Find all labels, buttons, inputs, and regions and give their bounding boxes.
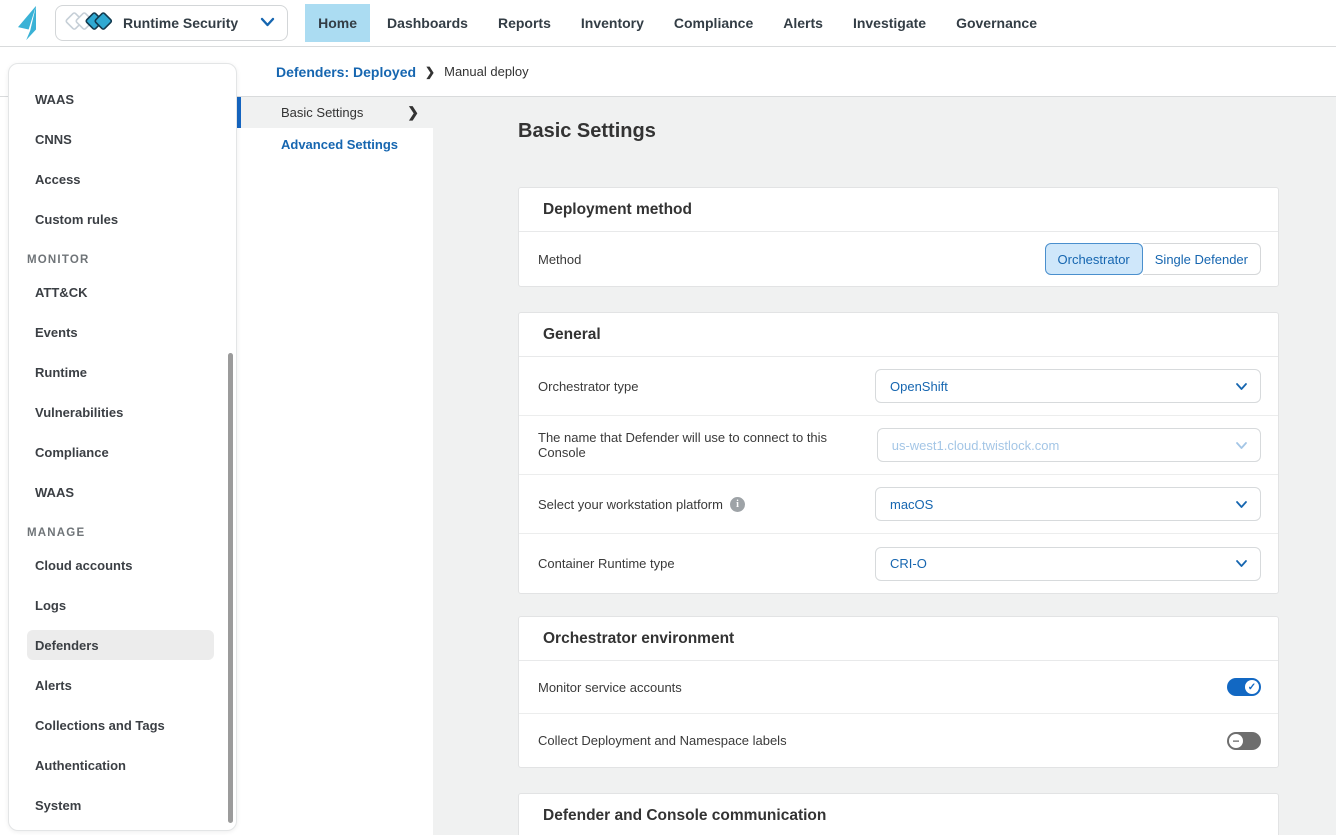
nav-tab-reports[interactable]: Reports bbox=[485, 4, 564, 42]
general-card: General Orchestrator type OpenShift The … bbox=[518, 312, 1279, 594]
breadcrumb-current: Manual deploy bbox=[444, 64, 529, 79]
method-label: Method bbox=[538, 252, 581, 267]
container-runtime-label: Container Runtime type bbox=[538, 556, 675, 571]
deployment-method-card-title: Deployment method bbox=[519, 188, 1278, 232]
sidebar-item-system[interactable]: System bbox=[27, 785, 214, 825]
subnav-item-basic-settings[interactable]: Basic Settings ❯ bbox=[237, 97, 433, 128]
chevron-down-icon bbox=[1235, 438, 1248, 453]
method-segmented-control: Orchestrator Single Defender bbox=[1045, 243, 1261, 275]
sidebar-item-alerts[interactable]: Alerts bbox=[27, 665, 214, 705]
workstation-platform-value: macOS bbox=[890, 497, 933, 512]
console-name-select: us-west1.cloud.twistlock.com bbox=[877, 428, 1261, 462]
console-name-row: The name that Defender will use to conne… bbox=[519, 416, 1278, 475]
nav-tab-home[interactable]: Home bbox=[305, 4, 370, 42]
orchestrator-type-value: OpenShift bbox=[890, 379, 948, 394]
method-row: Method Orchestrator Single Defender bbox=[519, 232, 1278, 286]
top-bar: Runtime Security Home Dashboards Reports… bbox=[0, 0, 1336, 47]
monitor-service-accounts-label: Monitor service accounts bbox=[538, 680, 682, 695]
sidebar-item-waas-monitor[interactable]: WAAS bbox=[27, 472, 214, 512]
orchestrator-environment-card-title: Orchestrator environment bbox=[519, 617, 1278, 661]
monitor-service-accounts-toggle[interactable]: ✓ bbox=[1227, 678, 1261, 696]
monitor-service-accounts-row: Monitor service accounts ✓ bbox=[519, 661, 1278, 714]
nav-tab-governance[interactable]: Governance bbox=[943, 4, 1050, 42]
info-icon[interactable]: i bbox=[730, 497, 745, 512]
sidebar-item-cloud-accounts[interactable]: Cloud accounts bbox=[27, 545, 214, 585]
chevron-down-icon bbox=[1235, 556, 1248, 571]
orchestrator-type-row: Orchestrator type OpenShift bbox=[519, 357, 1278, 416]
subnav-item-advanced-settings[interactable]: Advanced Settings bbox=[237, 128, 433, 160]
sidebar-item-waas[interactable]: WAAS bbox=[27, 79, 214, 119]
sidebar-item-collections-and-tags[interactable]: Collections and Tags bbox=[27, 705, 214, 745]
nav-tab-alerts[interactable]: Alerts bbox=[770, 4, 836, 42]
subnav-basic-settings-label: Basic Settings bbox=[281, 105, 363, 120]
nav-tab-inventory[interactable]: Inventory bbox=[568, 4, 657, 42]
workstation-platform-label-text: Select your workstation platform bbox=[538, 497, 723, 512]
workstation-platform-row: Select your workstation platform i macOS bbox=[519, 475, 1278, 534]
breadcrumb-link-defenders-deployed[interactable]: Defenders: Deployed bbox=[276, 64, 416, 80]
sidebar-item-custom-rules[interactable]: Custom rules bbox=[27, 199, 214, 239]
general-card-title: General bbox=[519, 313, 1278, 357]
orchestrator-type-label: Orchestrator type bbox=[538, 379, 638, 394]
nav-tab-investigate[interactable]: Investigate bbox=[840, 4, 939, 42]
chevron-right-icon: ❯ bbox=[407, 104, 419, 121]
orchestrator-type-select[interactable]: OpenShift bbox=[875, 369, 1261, 403]
sidebar-item-defenders[interactable]: Defenders bbox=[27, 630, 214, 660]
product-selector-label: Runtime Security bbox=[123, 15, 238, 31]
sidebar-section-monitor: MONITOR bbox=[9, 239, 236, 272]
minus-icon: − bbox=[1229, 734, 1243, 748]
sidebar-item-attack[interactable]: ATT&CK bbox=[27, 272, 214, 312]
page-title: Basic Settings bbox=[518, 117, 1336, 145]
defender-console-communication-card: Defender and Console communication bbox=[518, 793, 1279, 835]
check-icon: ✓ bbox=[1245, 680, 1259, 694]
settings-subnav: Basic Settings ❯ Advanced Settings bbox=[237, 97, 433, 835]
method-option-orchestrator[interactable]: Orchestrator bbox=[1045, 243, 1143, 275]
product-selector-dropdown[interactable]: Runtime Security bbox=[55, 5, 288, 41]
sidebar-item-events[interactable]: Events bbox=[27, 312, 214, 352]
collect-labels-row: Collect Deployment and Namespace labels … bbox=[519, 714, 1278, 767]
sidebar-section-manage: MANAGE bbox=[9, 512, 236, 545]
chevron-down-icon bbox=[1235, 379, 1248, 394]
sidebar-item-access[interactable]: Access bbox=[27, 159, 214, 199]
console-name-value: us-west1.cloud.twistlock.com bbox=[892, 438, 1060, 453]
container-runtime-select[interactable]: CRI-O bbox=[875, 547, 1261, 581]
collect-labels-toggle[interactable]: − bbox=[1227, 732, 1261, 750]
sidebar-item-cnns[interactable]: CNNS bbox=[27, 119, 214, 159]
method-option-single-defender[interactable]: Single Defender bbox=[1143, 243, 1261, 275]
console-name-label: The name that Defender will use to conne… bbox=[538, 430, 877, 460]
container-runtime-row: Container Runtime type CRI-O bbox=[519, 534, 1278, 593]
collect-labels-label: Collect Deployment and Namespace labels bbox=[538, 733, 787, 748]
workstation-platform-label: Select your workstation platform i bbox=[538, 497, 745, 512]
top-navigation: Home Dashboards Reports Inventory Compli… bbox=[305, 0, 1054, 46]
chevron-right-icon: ❯ bbox=[425, 65, 435, 79]
sidebar-item-compliance[interactable]: Compliance bbox=[27, 432, 214, 472]
subnav-advanced-settings-label: Advanced Settings bbox=[281, 137, 398, 152]
deployment-method-card: Deployment method Method Orchestrator Si… bbox=[518, 187, 1279, 287]
chevron-down-icon bbox=[1235, 497, 1248, 512]
defender-console-communication-card-title: Defender and Console communication bbox=[519, 794, 1278, 835]
sidebar-item-vulnerabilities[interactable]: Vulnerabilities bbox=[27, 392, 214, 432]
left-sidebar: WAAS CNNS Access Custom rules MONITOR AT… bbox=[8, 63, 237, 831]
sidebar-item-authentication[interactable]: Authentication bbox=[27, 745, 214, 785]
chevron-down-icon bbox=[260, 14, 275, 32]
prisma-cloud-logo-icon bbox=[13, 4, 43, 42]
main-content: Basic Settings Deployment method Method … bbox=[433, 97, 1336, 835]
workstation-platform-select[interactable]: macOS bbox=[875, 487, 1261, 521]
runtime-security-diamonds-icon bbox=[64, 10, 116, 37]
container-runtime-value: CRI-O bbox=[890, 556, 927, 571]
sidebar-item-runtime[interactable]: Runtime bbox=[27, 352, 214, 392]
sidebar-scrollbar[interactable] bbox=[228, 353, 233, 823]
sidebar-item-logs[interactable]: Logs bbox=[27, 585, 214, 625]
nav-tab-compliance[interactable]: Compliance bbox=[661, 4, 766, 42]
nav-tab-dashboards[interactable]: Dashboards bbox=[374, 4, 481, 42]
orchestrator-environment-card: Orchestrator environment Monitor service… bbox=[518, 616, 1279, 768]
